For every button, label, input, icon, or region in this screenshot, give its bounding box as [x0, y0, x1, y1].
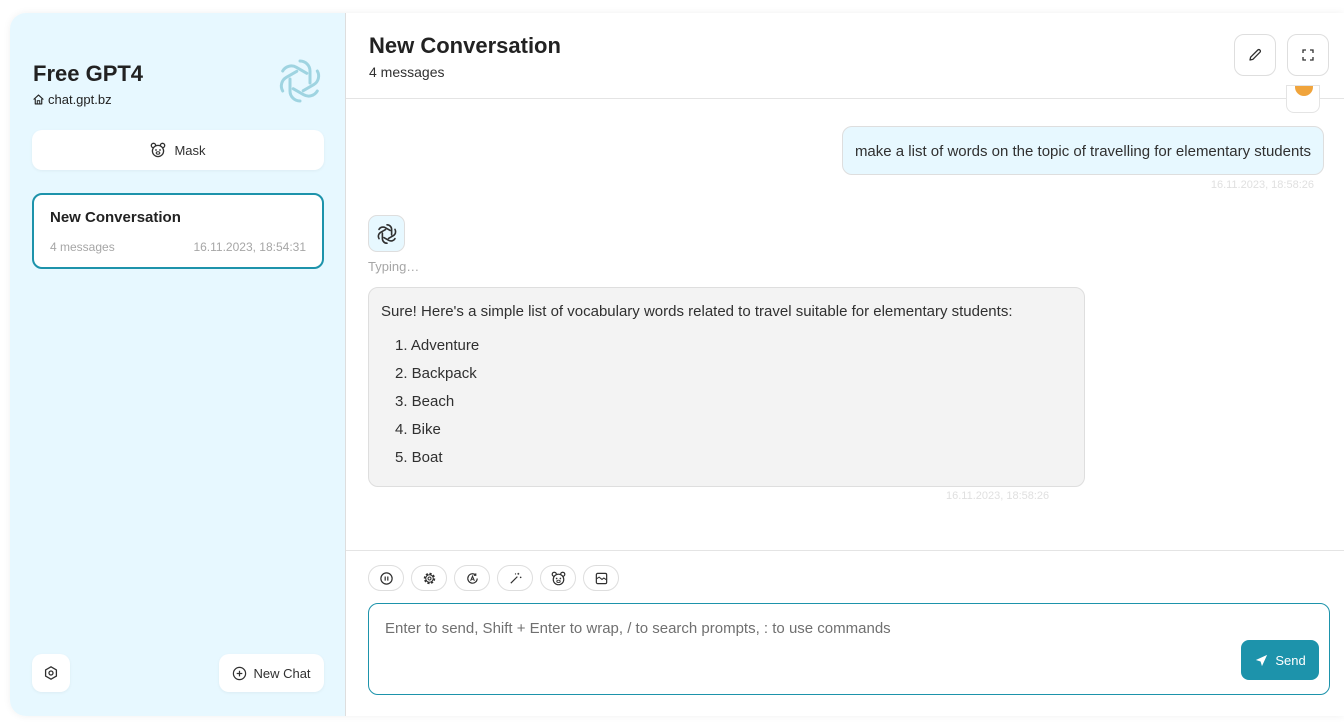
composer-toolbar	[368, 565, 619, 591]
new-chat-button[interactable]: New Chat	[219, 654, 324, 692]
chat-main: New Conversation 4 messages make a list …	[346, 13, 1344, 716]
pencil-icon	[1247, 47, 1263, 63]
edit-button[interactable]	[1234, 34, 1276, 76]
conversation-meta: 4 messages 16.11.2023, 18:54:31	[50, 240, 306, 254]
bot-message-time: 16.11.2023, 18:58:26	[946, 490, 1050, 502]
openai-logo-icon	[375, 222, 399, 246]
list-item: 1. Adventure	[395, 337, 480, 354]
message-input[interactable]: Enter to send, Shift + Enter to wrap, / …	[368, 603, 1330, 695]
settings-icon	[43, 665, 59, 681]
bot-message: Sure! Here's a simple list of vocabulary…	[368, 287, 1085, 487]
magic-wand-icon	[508, 571, 523, 586]
message-count: 4 messages	[369, 64, 445, 80]
conversation-title: New Conversation	[50, 209, 181, 226]
gear-icon	[422, 571, 437, 586]
user-message: make a list of words on the topic of tra…	[841, 126, 1324, 175]
chat-app: Free GPT4 chat.gpt.bz Mask New Conversat…	[10, 13, 1344, 716]
user-avatar	[1286, 85, 1320, 113]
pause-button[interactable]	[368, 565, 404, 591]
typing-status: Typing…	[368, 259, 420, 274]
new-chat-label: New Chat	[253, 665, 311, 681]
bot-avatar	[368, 215, 405, 252]
chat-settings-button[interactable]	[411, 565, 447, 591]
image-icon	[594, 571, 609, 586]
conversation-count: 4 messages	[50, 240, 115, 254]
mask-button-label: Mask	[174, 142, 206, 158]
fullscreen-button[interactable]	[1287, 34, 1329, 76]
settings-button[interactable]	[32, 654, 70, 692]
chat-header: New Conversation 4 messages	[346, 13, 1344, 99]
page-title: New Conversation	[369, 33, 561, 58]
text-prompt-icon	[465, 571, 480, 586]
mask-button[interactable]: Mask	[32, 130, 324, 170]
plus-circle-icon	[232, 666, 247, 681]
send-button-label: Send	[1275, 652, 1306, 668]
expand-icon	[1300, 47, 1316, 63]
magic-button[interactable]	[497, 565, 533, 591]
sidebar: Free GPT4 chat.gpt.bz Mask New Conversat…	[10, 13, 346, 716]
list-item: 3. Beach	[395, 393, 455, 410]
conversation-item[interactable]: New Conversation 4 messages 16.11.2023, …	[32, 193, 324, 269]
conversation-time: 16.11.2023, 18:54:31	[193, 240, 306, 254]
openai-logo-icon	[274, 55, 326, 107]
bot-message-intro: Sure! Here's a simple list of vocabulary…	[381, 303, 1013, 320]
mask-tool-button[interactable]	[540, 565, 576, 591]
user-message-time: 16.11.2023, 18:58:26	[1210, 179, 1314, 191]
send-arrow-icon	[1254, 653, 1269, 668]
list-item: 4. Bike	[395, 421, 441, 438]
pause-circle-icon	[379, 571, 394, 586]
list-item: 5. Boat	[395, 449, 443, 466]
composer-panel: Enter to send, Shift + Enter to wrap, / …	[346, 550, 1344, 716]
prompt-button[interactable]	[454, 565, 490, 591]
bear-face-icon	[150, 142, 166, 158]
brand-title: Free GPT4	[33, 61, 144, 86]
vocabulary-list: 1. Adventure 2. Backpack 3. Beach 4. Bik…	[381, 336, 1072, 476]
bear-face-icon	[551, 571, 566, 586]
image-button[interactable]	[583, 565, 619, 591]
brand-subtitle[interactable]: chat.gpt.bz	[32, 92, 112, 107]
brand-subtitle-text: chat.gpt.bz	[48, 92, 112, 107]
message-input-placeholder: Enter to send, Shift + Enter to wrap, / …	[385, 620, 891, 637]
home-icon	[32, 93, 45, 106]
send-button[interactable]: Send	[1241, 640, 1319, 680]
list-item: 2. Backpack	[395, 365, 477, 382]
